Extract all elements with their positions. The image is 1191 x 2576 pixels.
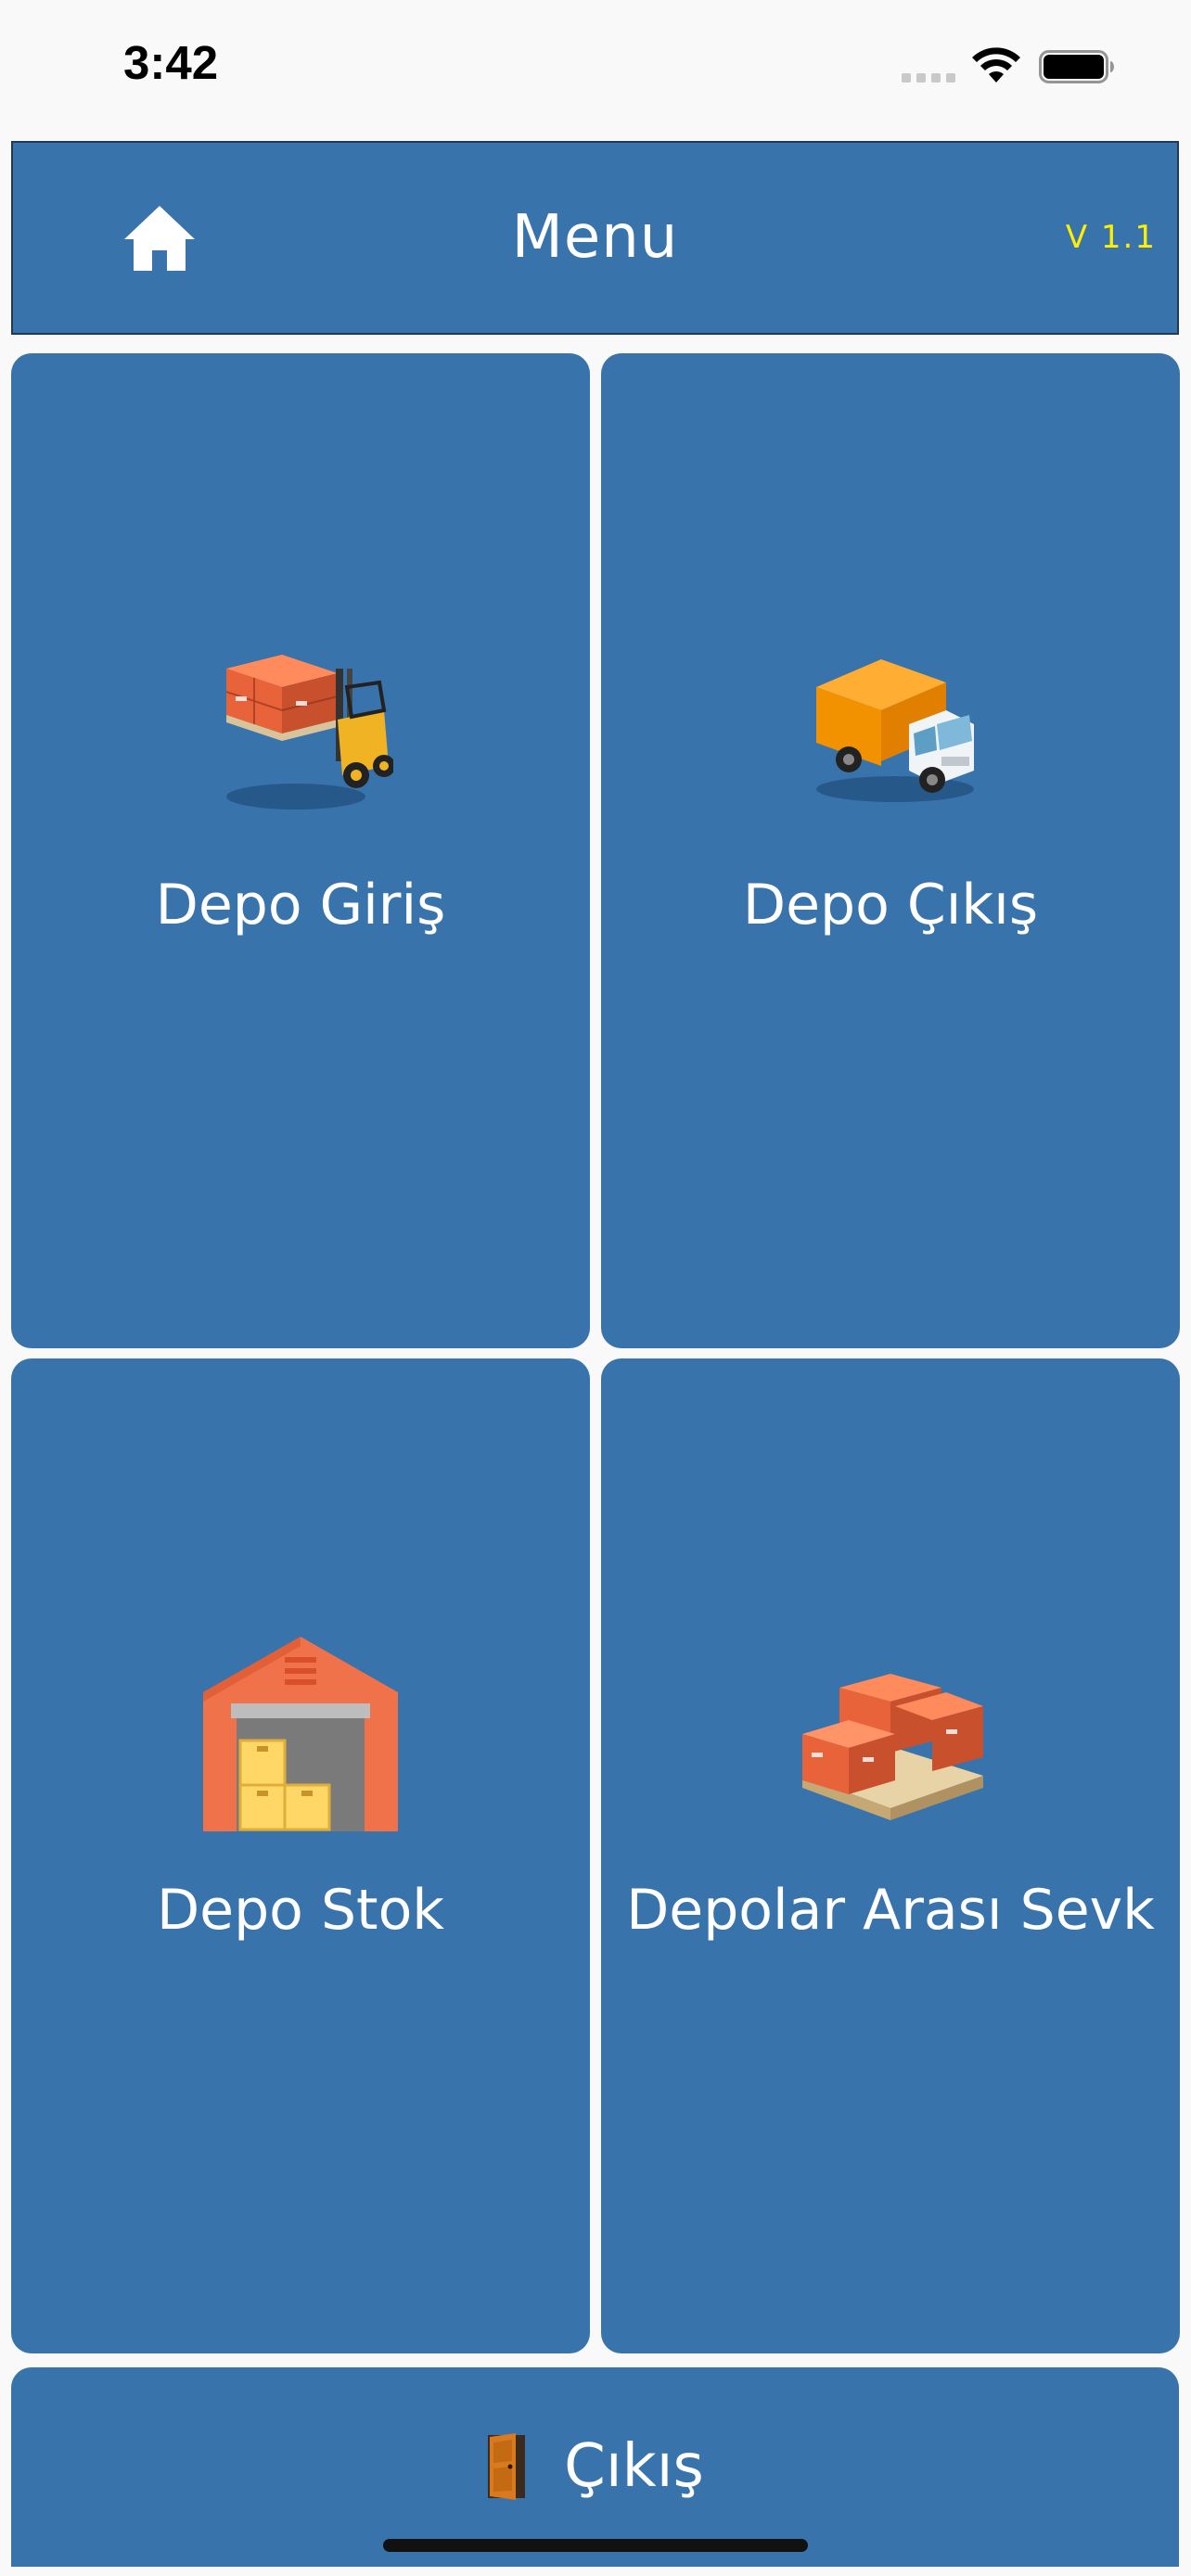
tile-label: Depo Çıkış bbox=[742, 873, 1039, 937]
status-bar: 3:42 bbox=[0, 0, 1191, 139]
battery-icon bbox=[1039, 50, 1114, 83]
depo-giris-button[interactable]: Depo Giriş bbox=[11, 353, 590, 1348]
page-title: Menu bbox=[511, 203, 679, 272]
pallet-boxes-icon bbox=[802, 1674, 983, 1820]
depo-stok-button[interactable]: Depo Stok bbox=[11, 1358, 590, 2353]
wifi-icon bbox=[972, 47, 1020, 83]
exit-content: Çıkış bbox=[11, 2432, 1179, 2501]
exit-button[interactable]: Çıkış bbox=[11, 2367, 1179, 2567]
delivery-truck-icon bbox=[816, 659, 974, 802]
door-icon bbox=[488, 2433, 526, 2500]
tile-label: Depolar Arası Sevk bbox=[626, 1878, 1155, 1943]
home-indicator[interactable] bbox=[383, 2539, 808, 2552]
exit-label: Çıkış bbox=[564, 2432, 704, 2501]
app-header: Menu V 1.1 bbox=[11, 141, 1179, 335]
forklift-icon bbox=[225, 655, 393, 810]
depo-cikis-button[interactable]: Depo Çıkış bbox=[601, 353, 1180, 1348]
cellular-signal-icon bbox=[902, 73, 955, 83]
status-time: 3:42 bbox=[123, 36, 219, 89]
tile-label: Depo Giriş bbox=[155, 873, 446, 937]
version-label: V 1.1 bbox=[1065, 219, 1157, 256]
depolar-arasi-sevk-button[interactable]: Depolar Arası Sevk bbox=[601, 1358, 1180, 2353]
warehouse-icon bbox=[203, 1637, 398, 1831]
tile-label: Depo Stok bbox=[156, 1878, 445, 1943]
menu-screen: 3:42 Menu V 1.1 Depo Giriş Depo Çıkış De… bbox=[0, 0, 1191, 2576]
